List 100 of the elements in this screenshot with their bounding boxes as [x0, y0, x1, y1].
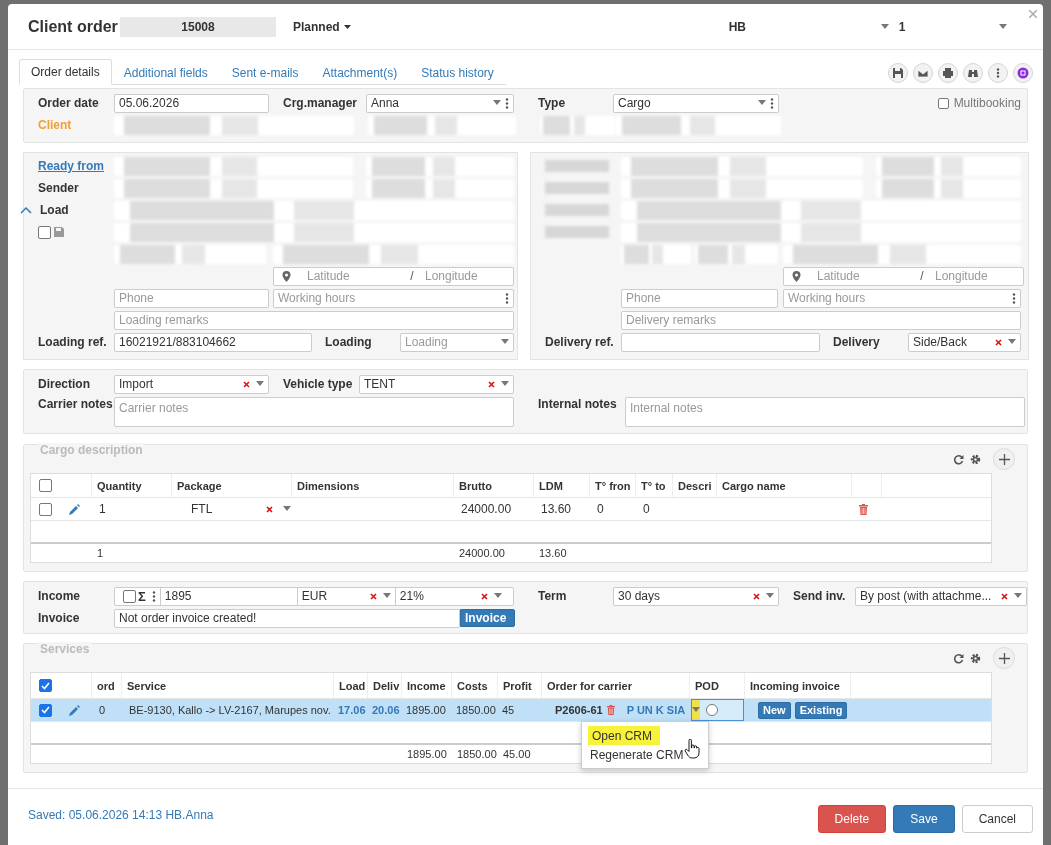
table-row[interactable]: 0 BE-9130, Kallo -> LV-2167, Marupes nov. 17.06 20.06 1895.00 1850.00 45 P2606-61 P UN K SIA New Existing — [31, 699, 991, 722]
user-select[interactable]: 1 — [898, 19, 1007, 34]
ready-from-link[interactable]: Ready from — [38, 159, 114, 173]
tab[interactable]: Attachment(s) — [310, 59, 410, 85]
input-field[interactable] — [621, 332, 820, 352]
add-button[interactable] — [993, 448, 1015, 470]
select-field[interactable]: Import — [114, 374, 269, 394]
tab[interactable]: Status history — [409, 59, 506, 85]
mail-button[interactable] — [913, 63, 933, 83]
pod-select[interactable] — [691, 699, 744, 721]
table-cell-text: 1895.00 — [405, 704, 446, 716]
column-header[interactable]: T° fron — [589, 474, 635, 497]
select-field[interactable]: Side/Back — [908, 332, 1021, 352]
save-button[interactable] — [888, 63, 908, 83]
sum-sign[interactable]: Σ — [138, 588, 146, 604]
column-header[interactable]: Cargo name — [716, 474, 851, 497]
delete-icon[interactable] — [606, 705, 615, 715]
collapse-icon[interactable] — [20, 206, 32, 214]
column-header[interactable]: POD — [689, 673, 744, 698]
select-field[interactable]: By post (with attachme... — [855, 586, 1027, 606]
checkbox[interactable] — [39, 479, 52, 492]
column-header[interactable]: Brutto — [453, 474, 533, 497]
multibooking-checkbox[interactable]: Multibooking — [937, 96, 1021, 110]
status-dropdown[interactable]: Planned — [293, 19, 351, 34]
income-label: Income — [38, 589, 81, 603]
clear-icon[interactable] — [480, 592, 488, 600]
clear-icon[interactable] — [369, 592, 377, 600]
column-header[interactable]: Profit — [497, 673, 541, 698]
checkbox[interactable] — [38, 225, 51, 239]
add-button[interactable] — [993, 647, 1015, 669]
clear-icon[interactable] — [753, 592, 760, 600]
column-header[interactable]: Incoming invoice — [744, 673, 850, 698]
select-field[interactable]: Cargo — [613, 93, 779, 113]
table-cell-text: 20.06 — [371, 704, 400, 716]
select-field[interactable]: Anna — [366, 93, 514, 113]
column-header[interactable]: Income — [401, 673, 451, 698]
column-header[interactable]: Package — [171, 474, 291, 497]
column-header[interactable]: T° to — [635, 474, 672, 497]
coordinates-field[interactable]: Latitude / Longitude — [783, 266, 1024, 286]
select-field[interactable]: 30 days — [613, 586, 779, 606]
column-header[interactable]: Dimensions — [291, 474, 453, 497]
column-header[interactable]: Order for carrier — [541, 673, 689, 698]
more-icon[interactable] — [505, 292, 509, 304]
checkbox[interactable] — [123, 589, 136, 603]
tab[interactable]: Order details — [19, 59, 112, 85]
order-number-field[interactable]: 15008 — [120, 16, 276, 37]
binoculars-button[interactable] — [963, 63, 983, 83]
tab[interactable]: Additional fields — [111, 59, 220, 85]
settings-icon[interactable] — [970, 652, 981, 664]
column-header[interactable]: Service — [121, 673, 333, 698]
income-field[interactable]: Σ 1895 EUR 21% — [114, 586, 514, 606]
more-icon[interactable] — [1012, 292, 1016, 304]
column-header[interactable]: Deliv — [367, 673, 401, 698]
caret-icon — [493, 593, 502, 599]
settings-icon[interactable] — [970, 453, 981, 465]
coordinates-field[interactable]: Latitude / Longitude — [273, 266, 514, 286]
clear-icon[interactable] — [488, 380, 495, 388]
danger-button[interactable]: Delete — [817, 804, 887, 833]
checkbox[interactable] — [39, 703, 52, 717]
loading-ref-label: Loading ref. — [38, 335, 108, 349]
clear-icon[interactable] — [243, 380, 250, 388]
select-field[interactable]: TENT — [359, 374, 514, 394]
clear-icon[interactable] — [995, 338, 1002, 346]
default-button[interactable]: Cancel — [961, 804, 1033, 833]
radio-button[interactable] — [706, 704, 718, 716]
input-field[interactable]: 05.06.2026 — [114, 93, 269, 113]
print-button[interactable] — [938, 63, 958, 83]
checkbox[interactable] — [39, 502, 52, 516]
input-field[interactable]: 16021921/883104662 — [114, 332, 312, 352]
redacted-label — [545, 182, 609, 194]
column-header[interactable]: ord — [91, 673, 121, 698]
menu-item[interactable]: Open CRM — [588, 726, 661, 745]
invoice-button[interactable]: Invoice — [460, 609, 515, 627]
edit-icon[interactable] — [69, 704, 80, 716]
refresh-icon[interactable] — [953, 453, 964, 465]
column-header[interactable]: Quantity — [91, 474, 171, 497]
refresh-icon[interactable] — [953, 652, 964, 664]
save-icon — [892, 67, 904, 79]
more-icon[interactable] — [770, 97, 774, 109]
checkbox[interactable] — [39, 679, 52, 692]
column-header[interactable]: Descri — [672, 474, 716, 497]
menu-item[interactable]: Regenerate CRM — [582, 745, 708, 764]
more-button[interactable] — [988, 63, 1008, 83]
column-header[interactable]: Load — [333, 673, 367, 698]
invoice-status-field[interactable]: Not order invoice created! — [114, 608, 460, 628]
column-header[interactable]: LDM — [533, 474, 589, 497]
edit-icon[interactable] — [69, 503, 80, 515]
more-icon[interactable] — [505, 97, 509, 109]
tab[interactable]: Sent e-mails — [219, 59, 311, 85]
invoice-button[interactable]: Existing — [794, 701, 848, 719]
clear-icon[interactable] — [1001, 592, 1008, 600]
company-select[interactable]: HB — [728, 19, 889, 34]
ai-chip-button[interactable] — [1013, 63, 1033, 83]
primary-button[interactable]: Save — [893, 804, 955, 833]
invoice-button[interactable]: New — [758, 701, 791, 719]
delete-icon[interactable] — [859, 503, 868, 515]
clear-icon[interactable] — [266, 505, 273, 513]
column-header[interactable]: Costs — [451, 673, 497, 698]
save-icon[interactable] — [54, 227, 64, 237]
more-icon[interactable] — [151, 590, 156, 602]
